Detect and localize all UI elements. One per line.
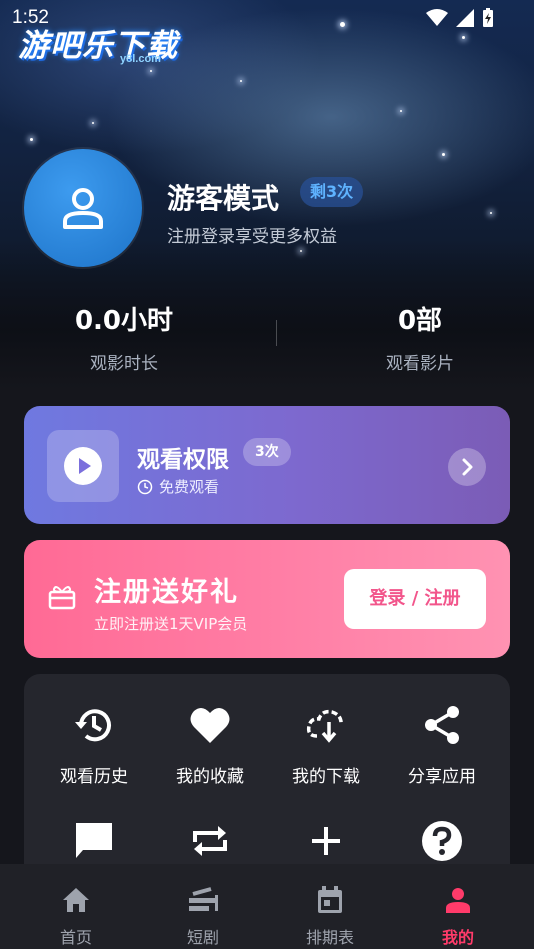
play-icon-box <box>47 430 119 502</box>
remain-badge: 剩3次 <box>300 177 364 207</box>
register-gift-card[interactable]: 注册送好礼 立即注册送1天VIP会员 登录 / 注册 <box>24 540 510 658</box>
feature-label: 观看历史 <box>60 767 128 787</box>
nav-profile[interactable]: 我的 <box>398 864 518 948</box>
permission-subtitle-row: 免费观看 <box>137 476 219 497</box>
battery-icon <box>483 8 493 27</box>
repeat-icon <box>193 826 227 856</box>
plus-icon <box>312 827 340 855</box>
stat-watch-time: 0.0小时 观影时长 <box>24 300 224 374</box>
feature-label: 我的收藏 <box>176 767 244 787</box>
stat-value: 0部 <box>397 306 443 336</box>
register-title: 注册送好礼 <box>94 577 239 608</box>
history-icon <box>75 709 111 742</box>
user-icon <box>63 188 103 229</box>
feature-history[interactable]: 观看历史 <box>36 702 152 787</box>
permission-subtitle: 免费观看 <box>159 478 220 496</box>
nav-label: 排期表 <box>305 928 354 947</box>
feature-downloads[interactable]: 我的下载 <box>268 702 384 787</box>
feature-help[interactable] <box>384 818 500 864</box>
download-icon <box>306 709 343 743</box>
user-name: 游客模式 <box>167 182 280 215</box>
watch-permission-card[interactable]: 观看权限 3次 免费观看 <box>24 406 510 524</box>
feedback-icon <box>76 823 112 858</box>
nav-label: 短剧 <box>186 928 219 947</box>
nav-label: 我的 <box>441 928 474 947</box>
signal-icon <box>456 9 474 27</box>
feature-feedback[interactable] <box>36 818 152 864</box>
stat-label: 观看影片 <box>386 354 454 374</box>
feature-favorites[interactable]: 我的收藏 <box>152 702 268 787</box>
stat-watched-films: 0部 观看影片 <box>320 300 520 374</box>
system-icons <box>426 8 494 28</box>
user-subtitle: 注册登录享受更多权益 <box>167 227 337 247</box>
feature-label: 我的下载 <box>292 767 360 787</box>
nav-drama[interactable]: 短剧 <box>143 864 263 948</box>
feature-add[interactable] <box>268 818 384 864</box>
feature-share[interactable]: 分享应用 <box>384 702 500 787</box>
wifi-icon <box>426 9 448 26</box>
play-icon <box>79 458 91 474</box>
stat-label: 观影时长 <box>90 354 158 374</box>
register-subtitle: 立即注册送1天VIP会员 <box>94 615 248 633</box>
logo-domain: y8l.com <box>120 53 161 65</box>
stat-divider <box>276 320 277 346</box>
drama-icon <box>189 887 218 911</box>
feature-label: 分享应用 <box>408 767 476 787</box>
share-icon <box>425 706 459 744</box>
nav-schedule[interactable]: 排期表 <box>270 864 390 948</box>
heart-icon <box>190 707 230 743</box>
help-icon <box>422 821 462 861</box>
calendar-icon <box>318 886 342 913</box>
permission-badge: 3次 <box>243 438 291 466</box>
login-register-button[interactable]: 登录 / 注册 <box>344 569 486 629</box>
nav-home[interactable]: 首页 <box>16 864 136 948</box>
home-icon <box>63 888 89 912</box>
avatar[interactable] <box>24 149 142 267</box>
gift-icon <box>48 586 76 610</box>
clock-icon <box>137 479 153 494</box>
stat-value: 0.0小时 <box>74 306 174 336</box>
app-logo: 游吧乐下载 y8l.com <box>18 20 178 65</box>
chevron-right-icon <box>462 458 473 476</box>
permission-title: 观看权限 <box>137 447 229 473</box>
feature-repeat[interactable] <box>152 818 268 864</box>
permission-arrow-button[interactable] <box>448 448 486 486</box>
profile-icon <box>446 888 470 913</box>
nav-label: 首页 <box>59 928 92 947</box>
bottom-nav: 首页 短剧 排期表 我的 <box>0 864 534 949</box>
feature-grid: 观看历史 我的收藏 我的下载 分享应用 <box>24 674 510 874</box>
